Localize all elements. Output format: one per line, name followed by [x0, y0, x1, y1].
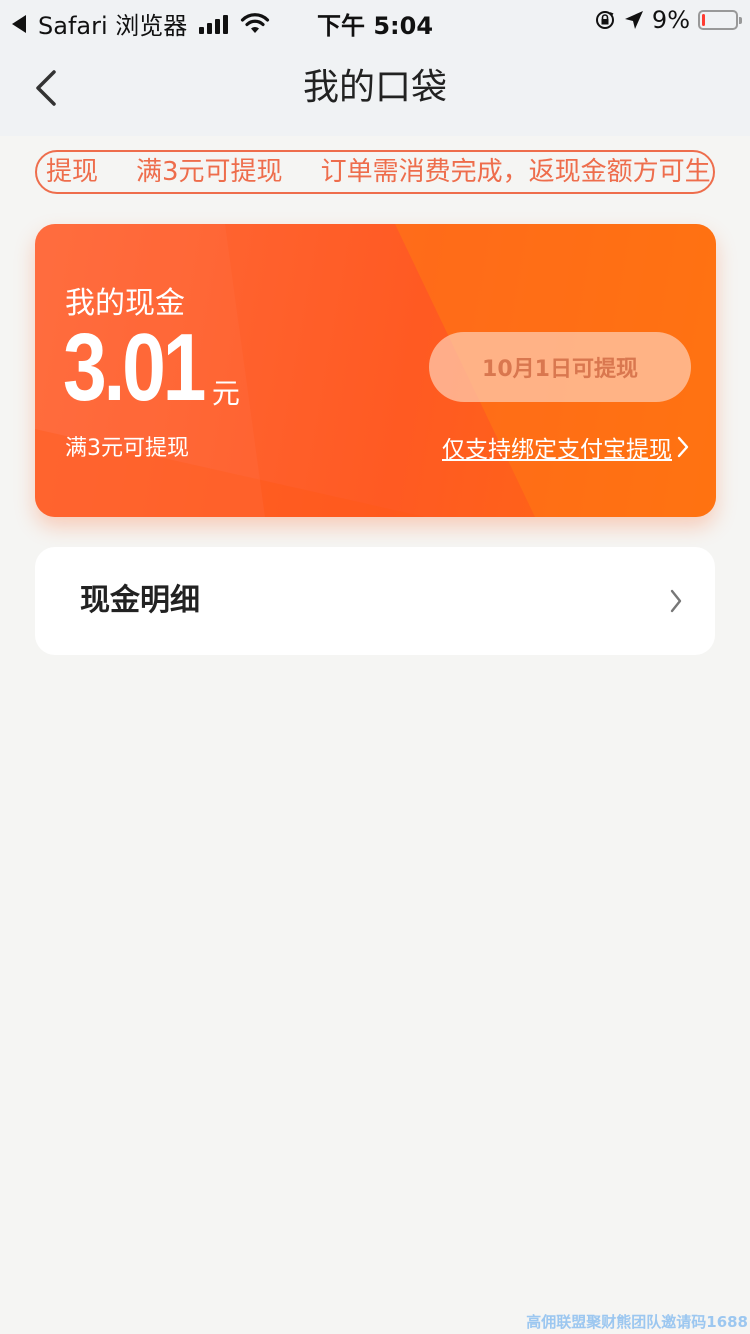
- cash-amount-value: 3.01: [63, 314, 206, 421]
- notice-item: 提现: [46, 157, 99, 187]
- cash-detail-label: 现金明细: [80, 583, 200, 618]
- chevron-right-icon: [670, 589, 682, 613]
- chevron-left-icon: [36, 70, 56, 106]
- cash-detail-row[interactable]: 现金明细: [35, 547, 715, 655]
- cash-amount: 3.01 元: [63, 320, 240, 416]
- withdraw-threshold: 满3元可提现: [65, 436, 189, 461]
- rotation-lock-icon: [595, 11, 614, 29]
- page-title: 我的口袋: [302, 67, 447, 108]
- alipay-bind-link-label: 仅支持绑定支付宝提现: [442, 437, 672, 463]
- location-arrow-icon: [624, 11, 643, 29]
- notice-item: 满3元可提现: [136, 157, 283, 187]
- notice-marquee: 提现 满3元可提现 订单需消费完成，返现金额方可生: [35, 150, 715, 194]
- withdraw-button[interactable]: 10月1日可提现: [429, 332, 691, 402]
- battery-level: [702, 14, 705, 26]
- chevron-right-icon: [677, 436, 689, 458]
- battery-percent: 9%: [651, 6, 690, 34]
- battery-icon: [698, 10, 742, 30]
- watermark: 高佣联盟聚财熊团队邀请码1688: [526, 1313, 748, 1331]
- alipay-bind-link[interactable]: 仅支持绑定支付宝提现: [442, 430, 690, 464]
- status-bar: Safari 浏览器 下午 5:04 9%: [0, 0, 750, 40]
- cash-amount-unit: 元: [211, 377, 240, 410]
- status-right: 9%: [594, 6, 742, 34]
- notice-track: 提现 满3元可提现 订单需消费完成，返现金额方可生: [37, 152, 713, 192]
- back-button[interactable]: [26, 68, 66, 108]
- notice-item: 订单需消费完成，返现金额方可生: [320, 157, 711, 187]
- nav-bar: 我的口袋: [0, 40, 750, 136]
- cash-card: 我的现金 3.01 元 满3元可提现 10月1日可提现 仅支持绑定支付宝提现: [35, 224, 716, 517]
